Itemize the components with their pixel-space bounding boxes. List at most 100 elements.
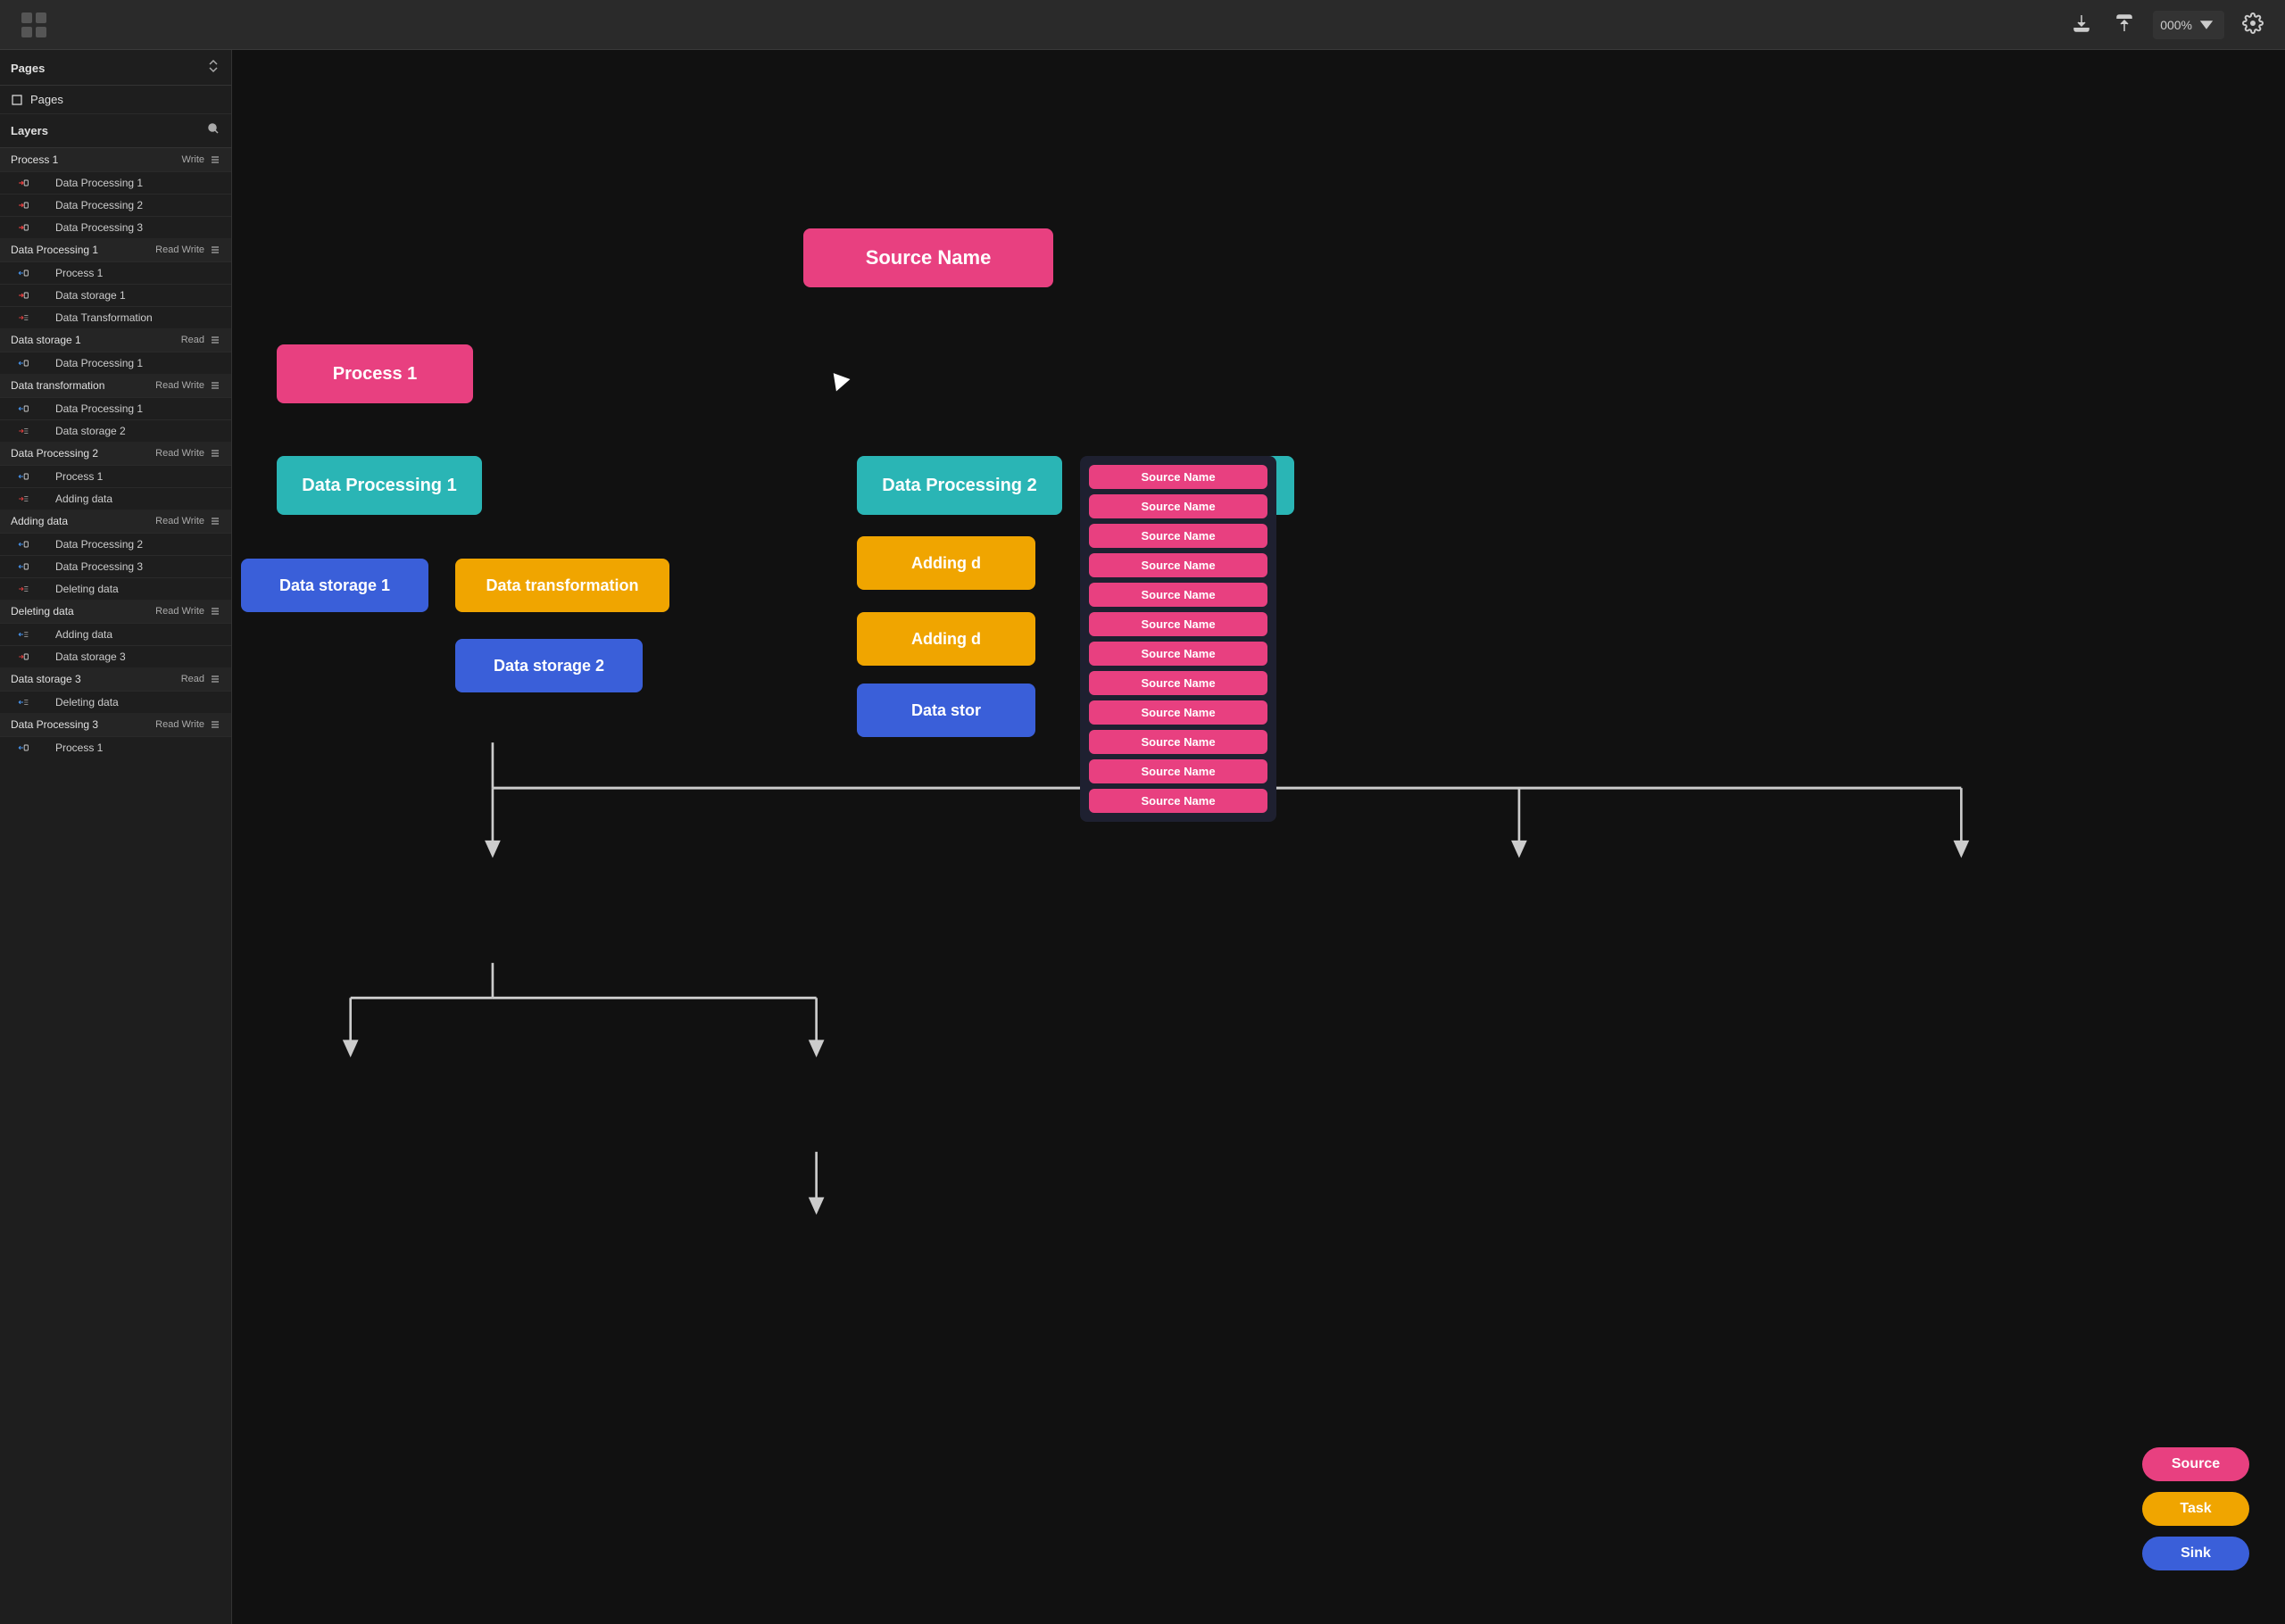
dp1-node: Data Processing 1 <box>277 456 482 515</box>
diagram: Source Name Process 1 Data Processing 1 … <box>232 50 2285 1624</box>
layer-group-dd-name: Deleting data <box>11 605 74 617</box>
layer-group-ds1-badge: Read <box>181 335 220 345</box>
add-page-button[interactable] <box>185 59 199 78</box>
layer-group-datatransform[interactable]: Data transformation Read Write <box>0 374 231 397</box>
zoom-display[interactable]: 000% <box>2153 11 2224 39</box>
dropdown-item[interactable]: Source Name <box>1089 759 1267 783</box>
layer-item[interactable]: Process 1 <box>0 736 231 758</box>
layer-group-datastorage1[interactable]: Data storage 1 Read <box>0 328 231 352</box>
layer-item[interactable]: Process 1 <box>0 261 231 284</box>
search-layers-button[interactable] <box>206 121 220 140</box>
datastorage2-node: Data storage 2 <box>455 639 643 692</box>
layer-item[interactable]: Data storage 2 <box>0 419 231 442</box>
dp2-node: Data Processing 2 <box>857 456 1062 515</box>
dropdown-item[interactable]: Source Name <box>1089 789 1267 813</box>
layer-group-dp3-name: Data Processing 3 <box>11 718 98 731</box>
layer-item-dp2b: Data Processing 2 <box>55 538 220 551</box>
layer-group-addingdata[interactable]: Adding data Read Write <box>0 510 231 533</box>
layer-item[interactable]: Data storage 3 <box>0 645 231 667</box>
layer-group-process1-badge: Write <box>182 154 220 165</box>
layer-item[interactable]: Data Processing 2 <box>0 194 231 216</box>
pages-item-label: Pages <box>30 93 63 106</box>
source-name-node: Source Name <box>803 228 1053 287</box>
layer-item-dp1: Data Processing 1 <box>55 177 220 189</box>
layer-item[interactable]: Data Processing 2 <box>0 533 231 555</box>
layer-group-dt-badge: Read Write <box>155 380 220 391</box>
zoom-value: 000% <box>2160 18 2192 32</box>
layer-item[interactable]: Process 1 <box>0 465 231 487</box>
dropdown-item[interactable]: Source Name <box>1089 642 1267 666</box>
layer-item[interactable]: Data storage 1 <box>0 284 231 306</box>
legend-task: Task <box>2142 1492 2249 1526</box>
layer-group-dp3[interactable]: Data Processing 3 Read Write <box>0 713 231 736</box>
layer-item[interactable]: Data Processing 3 <box>0 216 231 238</box>
dropdown-item[interactable]: Source Name <box>1089 553 1267 577</box>
layers-header: Layers <box>0 114 231 148</box>
layer-item-addingdata: Adding data <box>55 493 220 505</box>
topbar: 000% <box>0 0 2285 50</box>
layer-group-dp2-badge: Read Write <box>155 448 220 459</box>
dropdown-item[interactable]: Source Name <box>1089 730 1267 754</box>
layer-group-dt-name: Data transformation <box>11 379 104 392</box>
layer-item-dp1b: Data Processing 1 <box>55 357 220 369</box>
dropdown-item[interactable]: Source Name <box>1089 494 1267 518</box>
pages-item[interactable]: Pages <box>0 86 231 114</box>
cursor <box>828 373 851 394</box>
layer-item[interactable]: Data Processing 1 <box>0 171 231 194</box>
datastorage1-node: Data storage 1 <box>241 559 428 612</box>
layer-group-datastorage3[interactable]: Data storage 3 Read <box>0 667 231 691</box>
layer-group-process1[interactable]: Process 1 Write <box>0 148 231 171</box>
layer-item[interactable]: Deleting data <box>0 577 231 600</box>
canvas: Source Name Process 1 Data Processing 1 … <box>232 50 2285 1624</box>
layer-item-process1: Process 1 <box>55 267 220 279</box>
layer-group-ds1-name: Data storage 1 <box>11 334 81 346</box>
sidebar: Pages Pages Layers Process 1 Write <box>0 50 232 1624</box>
layer-item-dp1c: Data Processing 1 <box>55 402 220 415</box>
export2-button[interactable] <box>2110 9 2139 40</box>
layer-group-dp2[interactable]: Data Processing 2 Read Write <box>0 442 231 465</box>
layer-group-dp3-badge: Read Write <box>155 719 220 730</box>
layer-group-dp2-name: Data Processing 2 <box>11 447 98 460</box>
layer-group-dp1-name: Data Processing 1 <box>11 244 98 256</box>
layer-item[interactable]: Deleting data <box>0 691 231 713</box>
layer-group-dataprocessing1[interactable]: Data Processing 1 Read Write <box>0 238 231 261</box>
dropdown-item[interactable]: Source Name <box>1089 700 1267 725</box>
layer-item[interactable]: Data Transformation <box>0 306 231 328</box>
dropdown-item[interactable]: Source Name <box>1089 583 1267 607</box>
layer-group-dd-badge: Read Write <box>155 606 220 617</box>
datatransform-node: Data transformation <box>455 559 669 612</box>
collapse-pages-button[interactable] <box>206 59 220 78</box>
layer-group-process1-name: Process 1 <box>11 153 58 166</box>
dropdown-item[interactable]: Source Name <box>1089 524 1267 548</box>
settings-button[interactable] <box>2239 9 2267 40</box>
layer-item[interactable]: Data Processing 1 <box>0 397 231 419</box>
layer-item-dp2: Data Processing 2 <box>55 199 220 211</box>
layers-title: Layers <box>11 124 48 137</box>
layer-group-ad-badge: Read Write <box>155 516 220 526</box>
layer-group-ds3-badge: Read <box>181 674 220 684</box>
layer-group-deletingdata[interactable]: Deleting data Read Write <box>0 600 231 623</box>
layer-item-deletingdata: Deleting data <box>55 583 220 595</box>
pages-title: Pages <box>11 62 45 75</box>
legend-source: Source <box>2142 1447 2249 1481</box>
datastor3-node: Data stor <box>857 684 1035 737</box>
pages-section-header: Pages <box>0 50 231 86</box>
addingd2-node: Adding d <box>857 612 1035 666</box>
layer-item-addingdata2: Adding data <box>55 628 220 641</box>
process1-node: Process 1 <box>277 344 473 403</box>
export-button[interactable] <box>2067 9 2096 40</box>
layer-item[interactable]: Adding data <box>0 487 231 510</box>
layer-item[interactable]: Data Processing 1 <box>0 352 231 374</box>
topbar-actions: 000% <box>2067 9 2267 40</box>
layer-group-dp1-badge: Read Write <box>155 244 220 255</box>
dropdown-item[interactable]: Source Name <box>1089 465 1267 489</box>
layer-item-datatransform: Data Transformation <box>55 311 220 324</box>
legend-sink: Sink <box>2142 1537 2249 1570</box>
dropdown-item[interactable]: Source Name <box>1089 612 1267 636</box>
legend: Source Task Sink <box>2142 1447 2249 1570</box>
app-logo <box>18 9 50 41</box>
dropdown-item[interactable]: Source Name <box>1089 671 1267 695</box>
layer-item[interactable]: Adding data <box>0 623 231 645</box>
layer-item[interactable]: Data Processing 3 <box>0 555 231 577</box>
addingd1-node: Adding d <box>857 536 1035 590</box>
